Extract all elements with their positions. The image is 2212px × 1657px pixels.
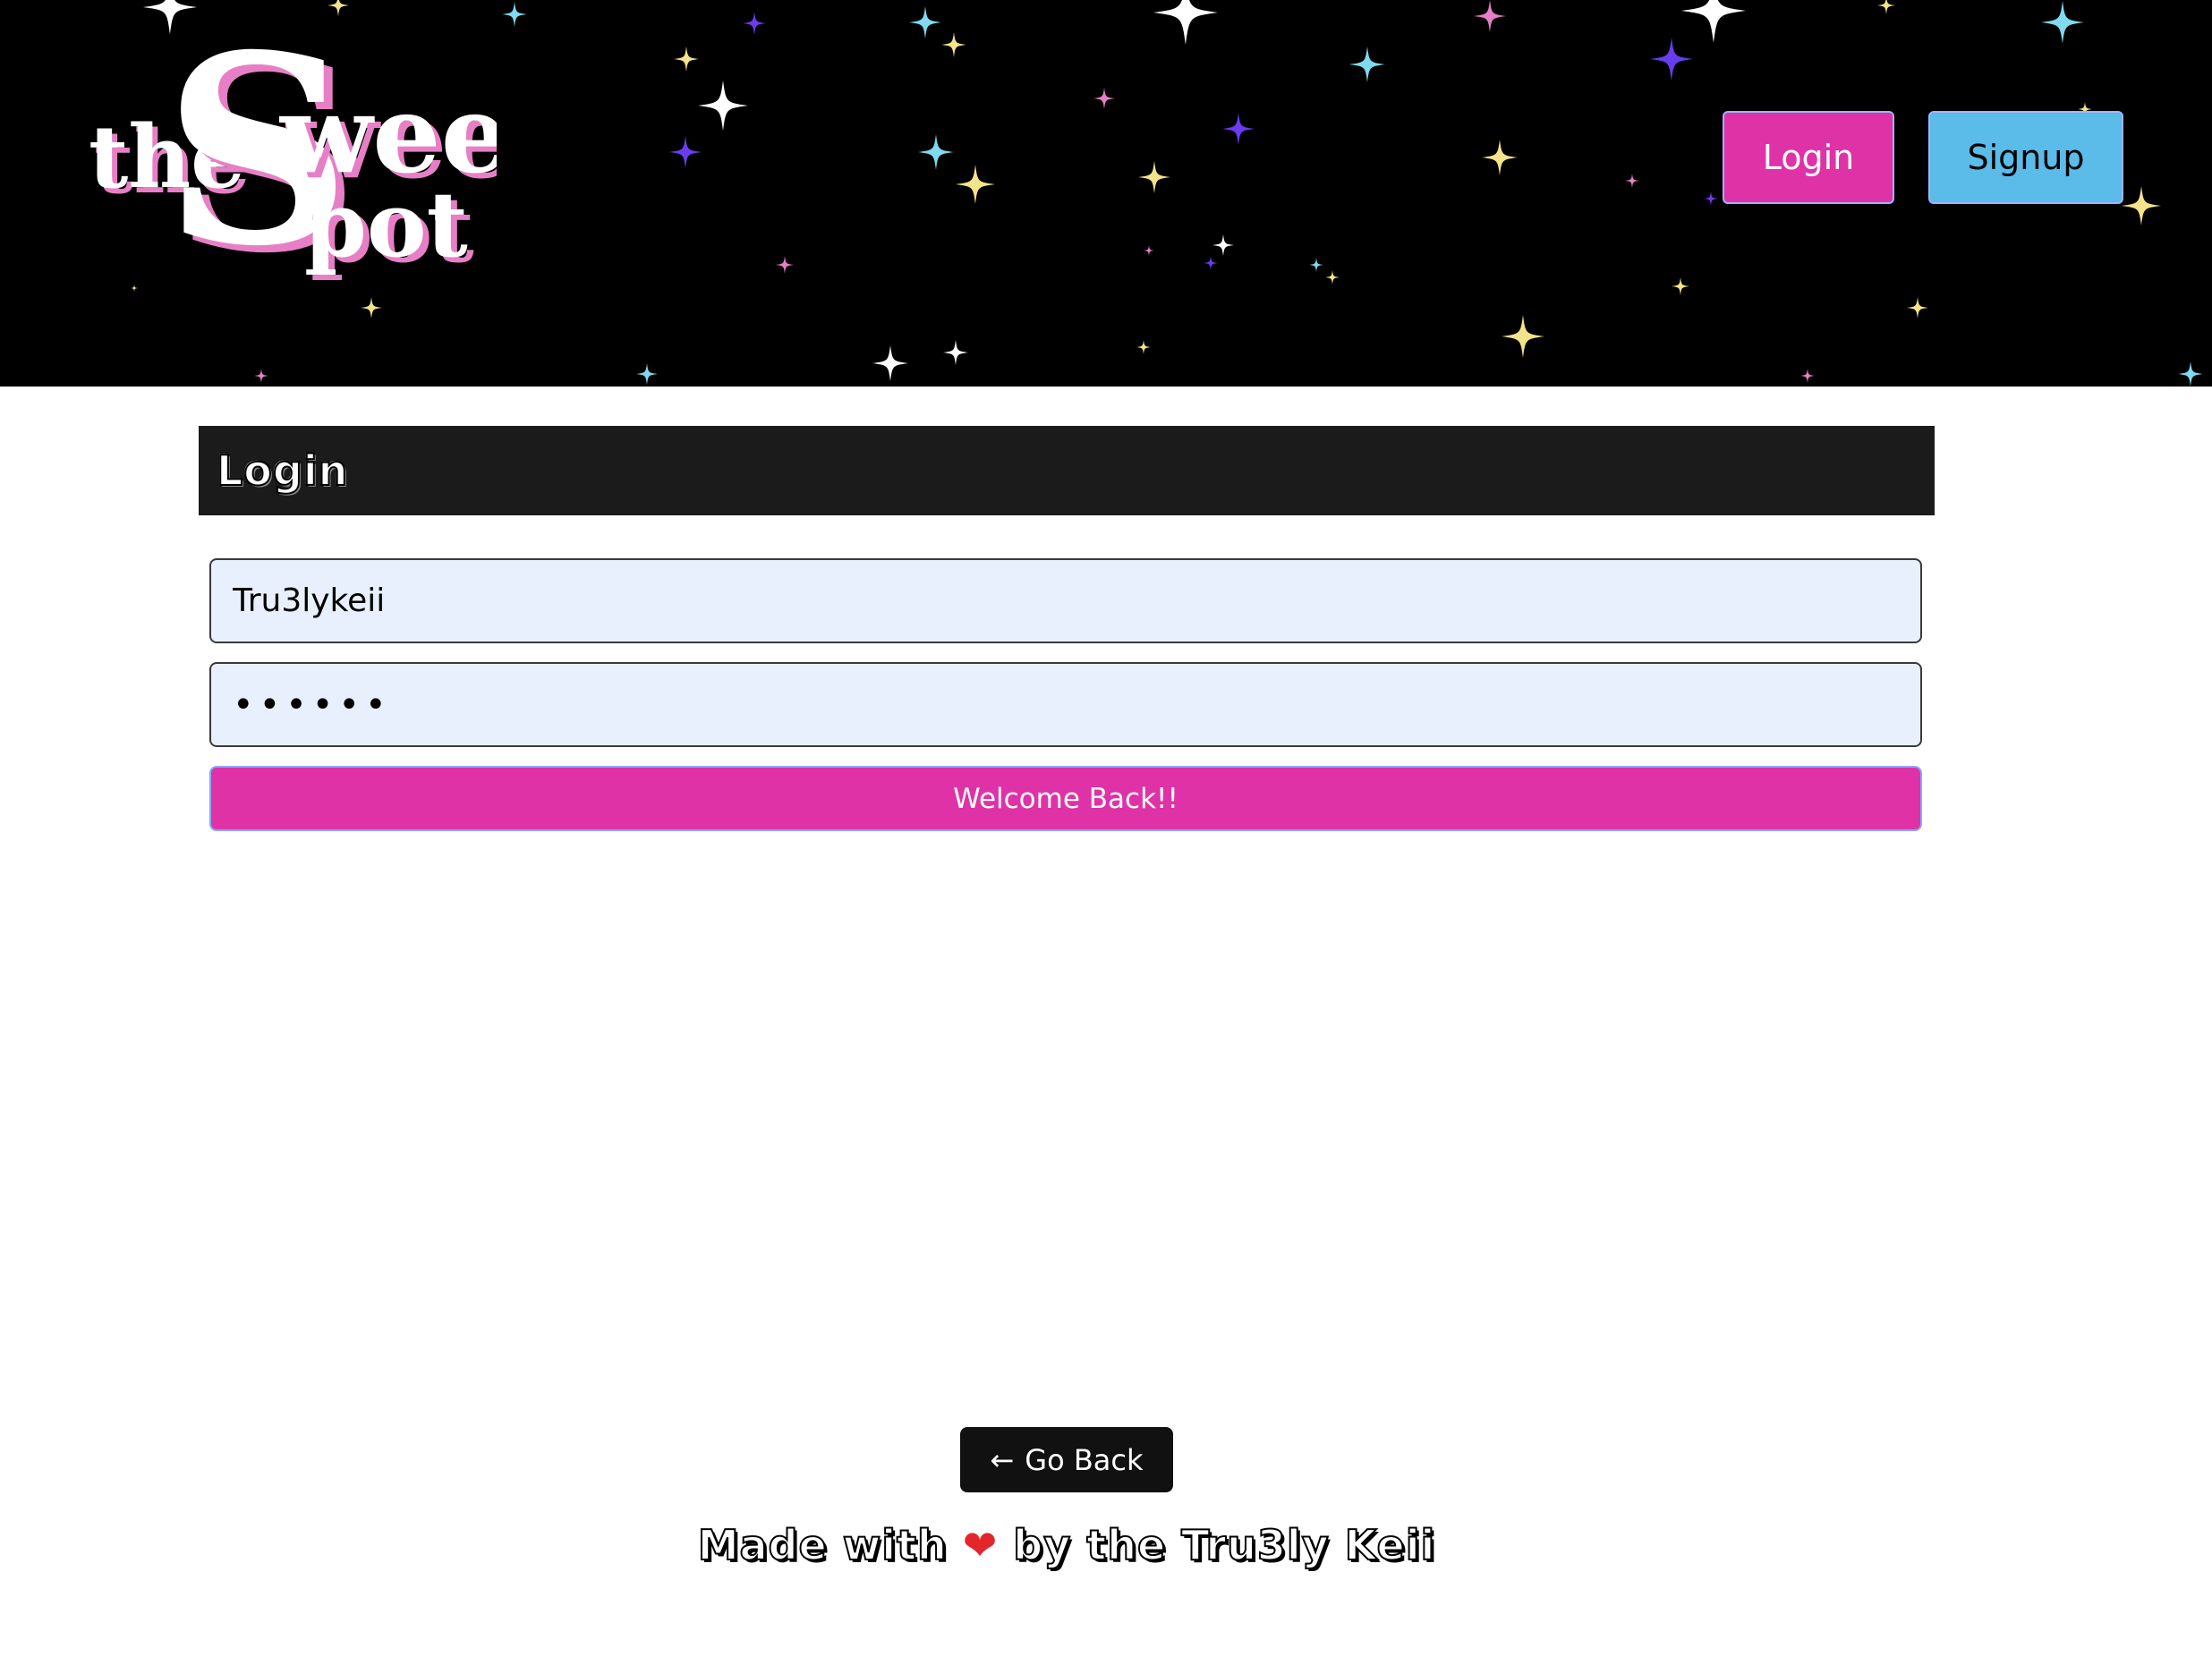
credit-prefix: Made with [697,1520,948,1570]
star-decoration [872,345,908,381]
star-decoration [1212,234,1234,256]
star-decoration [1907,297,1928,319]
star-decoration [254,369,268,383]
star-decoration [328,0,349,16]
star-decoration [698,81,748,131]
nav-signup-button[interactable]: Signup [1928,111,2123,204]
heart-icon: ❤ [962,1521,999,1569]
site-header: the the S S weet weet pot pot Login Sign… [0,0,2212,387]
nav-login-button[interactable]: Login [1723,111,1894,204]
sweet-spot-logo[interactable]: the the S S weet weet pot pot [85,36,497,286]
star-decoration [743,12,766,35]
footer-credit: Made with ❤ by the Tru3ly Keii [0,1520,2133,1570]
star-decoration [1309,258,1323,272]
star-decoration [1144,245,1154,256]
login-submit-button[interactable]: Welcome Back!! [209,766,1922,831]
star-decoration [1153,0,1218,45]
star-decoration [1482,140,1518,175]
star-decoration [1093,88,1115,109]
star-decoration [143,0,197,34]
star-decoration [1222,113,1255,145]
star-decoration [636,363,658,385]
star-decoration [502,2,527,27]
username-field[interactable] [209,558,1922,643]
star-decoration [1877,0,1895,14]
star-decoration [1672,277,1689,295]
star-decoration [941,32,966,57]
star-decoration [1704,191,1718,206]
star-decoration [674,47,699,72]
credit-suffix: by the Tru3ly Keii [1012,1520,1436,1570]
star-decoration [2041,1,2084,44]
star-decoration [909,6,941,38]
star-decoration [918,134,954,170]
password-field[interactable] [209,662,1922,747]
star-decoration [2178,361,2203,387]
login-card-header: Login [199,426,1935,515]
star-decoration [776,256,794,274]
star-decoration [1502,315,1544,358]
star-decoration [1349,47,1385,82]
star-decoration [2122,186,2161,225]
arrow-left-icon: ← [990,1442,1015,1477]
star-decoration [956,165,995,204]
star-decoration [669,136,702,168]
star-decoration [1650,38,1693,81]
star-decoration [943,340,968,365]
star-decoration [1800,369,1815,383]
star-decoration [1325,270,1340,285]
star-decoration [1681,0,1746,43]
star-decoration [1138,161,1170,193]
star-decoration [1204,256,1218,270]
login-title: Login [216,446,349,496]
star-decoration [1625,174,1639,188]
star-decoration [1474,0,1506,32]
logo-pot: pot [304,172,468,277]
star-decoration [361,297,382,319]
star-decoration [1136,340,1151,354]
go-back-label: Go Back [1025,1442,1144,1477]
go-back-button[interactable]: ← Go Back [960,1427,1173,1492]
